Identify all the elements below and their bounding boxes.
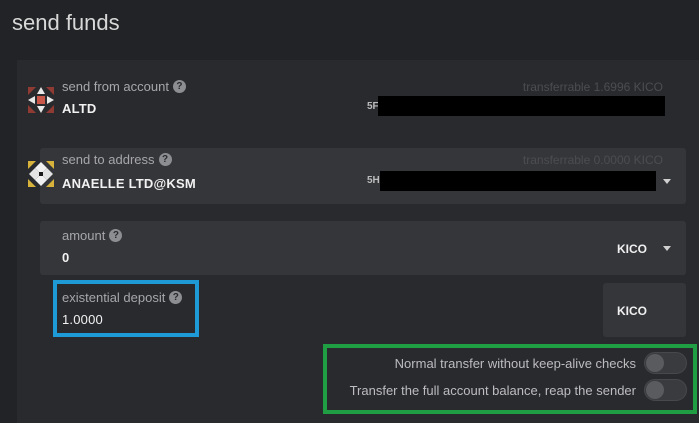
help-icon[interactable]: ? [172,80,186,93]
toggle-knob [646,381,664,399]
amount-label: amount ? [62,228,123,243]
amount-unit-select[interactable]: KICO [617,242,647,256]
help-icon[interactable]: ? [109,229,123,242]
from-address-prefix: 5F [367,101,379,112]
from-account-name: ALTD [62,101,97,116]
page-title: send funds [12,10,120,35]
to-transferrable: transferrable 0.0000 KICO [522,153,663,167]
chevron-down-icon[interactable] [663,179,671,184]
to-address-name: ANAELLE LTD@KSM [62,176,196,191]
help-icon[interactable]: ? [158,153,172,166]
existential-deposit-highlight [53,280,199,337]
to-address-redacted [380,171,656,191]
full-balance-toggle[interactable] [644,379,687,401]
full-balance-toggle-row: Transfer the full account balance, reap … [350,379,687,401]
from-address-redacted [378,96,665,116]
keep-alive-toggle[interactable] [644,352,687,374]
help-icon[interactable]: ? [169,291,183,304]
to-address-avatar-icon [26,159,56,189]
existential-deposit-value: 1.0000 [62,312,103,327]
to-address-prefix: 5H [367,175,380,186]
keep-alive-toggle-row: Normal transfer without keep-alive check… [395,352,687,374]
from-account-avatar-icon [26,85,56,115]
amount-value[interactable]: 0 [62,250,69,265]
chevron-down-icon[interactable] [663,246,671,251]
amount-input[interactable] [40,221,686,275]
existential-deposit-label: existential deposit ? [62,290,183,305]
from-account-label: send from account ? [62,79,186,94]
toggle-knob [646,354,664,372]
deposit-unit: KICO [617,304,647,318]
from-transferrable: transferrable 1.6996 KICO [522,80,663,94]
to-address-label: send to address ? [62,152,172,167]
